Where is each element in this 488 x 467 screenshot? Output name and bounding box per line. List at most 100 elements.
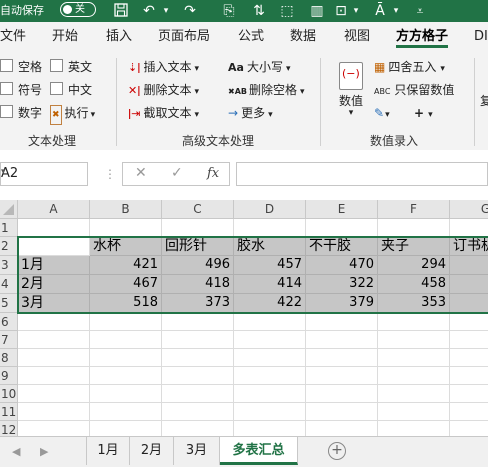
column-header[interactable]: G <box>450 200 488 219</box>
month-cell[interactable]: 2月 <box>18 275 90 294</box>
header-cell[interactable]: 水杯 <box>90 237 162 256</box>
edit-button[interactable]: ✎▾ <box>374 104 390 122</box>
add-button[interactable]: + ▾ <box>414 104 433 122</box>
grid-cell[interactable] <box>234 331 306 349</box>
grid-cell[interactable] <box>306 331 378 349</box>
grid-cell[interactable] <box>18 403 90 421</box>
grid-cell[interactable] <box>378 367 450 385</box>
grid-cell[interactable] <box>234 219 306 237</box>
sheet-tab[interactable]: 1月 <box>86 437 130 465</box>
value-cell[interactable]: 470 <box>306 256 378 275</box>
value-cell[interactable]: 518 <box>90 294 162 313</box>
grid-cell[interactable] <box>162 421 234 436</box>
grid-cell[interactable] <box>162 219 234 237</box>
value-cell[interactable]: 379 <box>306 294 378 313</box>
grid-cell[interactable] <box>234 421 306 436</box>
value-cell[interactable]: 457 <box>234 256 306 275</box>
grid-cell[interactable] <box>90 421 162 436</box>
cutoff-button-label[interactable]: 复 <box>480 92 488 110</box>
tab-view[interactable]: 视图 <box>344 22 370 52</box>
column-header[interactable]: D <box>234 200 306 219</box>
undo-icon[interactable]: ↶ <box>138 0 160 22</box>
checkbox-english[interactable]: 英文 <box>50 58 92 76</box>
row-header[interactable]: 7 <box>0 331 18 349</box>
grid-cell[interactable] <box>234 403 306 421</box>
value-cell[interactable]: 467 <box>90 275 162 294</box>
checkbox-number[interactable]: 数字 <box>0 104 42 122</box>
month-cell[interactable]: 1月 <box>18 256 90 275</box>
chart-icon[interactable]: ▥ <box>306 0 328 22</box>
value-cell[interactable]: 418 <box>162 275 234 294</box>
grid-cell[interactable] <box>450 421 488 436</box>
grid-cell[interactable] <box>450 349 488 367</box>
tab-home[interactable]: 开始 <box>52 22 78 52</box>
row-header[interactable]: 4 <box>0 275 18 294</box>
grid-cell[interactable] <box>234 313 306 331</box>
undo-dropdown-icon[interactable]: ▾ <box>160 0 172 22</box>
grid-cell[interactable] <box>90 349 162 367</box>
row-header[interactable]: 10 <box>0 385 18 403</box>
grid-cell[interactable] <box>306 349 378 367</box>
grid-cell[interactable] <box>18 331 90 349</box>
grid-cell[interactable] <box>234 349 306 367</box>
sort-icon[interactable]: ⇅ <box>248 0 270 22</box>
checkbox-chinese[interactable]: 中文 <box>50 81 92 99</box>
header-cell[interactable]: 不干胶 <box>306 237 378 256</box>
value-cell[interactable]: 414 <box>234 275 306 294</box>
tab-cut-off[interactable]: DI <box>474 22 488 52</box>
column-header[interactable]: B <box>90 200 162 219</box>
customize-toolbar-icon[interactable]: ⩡ <box>410 0 430 22</box>
grid-cell[interactable] <box>90 331 162 349</box>
grid-cell[interactable] <box>90 385 162 403</box>
grid-cell[interactable] <box>378 331 450 349</box>
grid-cell[interactable] <box>306 219 378 237</box>
grid-cell[interactable] <box>450 313 488 331</box>
grid-cell[interactable] <box>450 367 488 385</box>
grid-cell[interactable] <box>306 403 378 421</box>
grid-cell[interactable] <box>18 349 90 367</box>
grid-cell[interactable] <box>162 367 234 385</box>
grid-cell[interactable] <box>450 403 488 421</box>
name-box[interactable]: A2 ▾ <box>0 162 88 186</box>
autosave-toggle[interactable]: 关 <box>60 2 96 17</box>
grid-cell[interactable] <box>234 385 306 403</box>
tab-page-layout[interactable]: 页面布局 <box>158 22 210 52</box>
case-button[interactable]: Aa 大小写 ▾ <box>228 58 290 76</box>
grid-cell[interactable] <box>162 403 234 421</box>
filter-icon[interactable]: ⊡ <box>330 0 352 22</box>
active-cell[interactable] <box>18 237 90 256</box>
grid-cell[interactable] <box>90 313 162 331</box>
value-cell[interactable]: 421 <box>90 256 162 275</box>
row-header[interactable]: 9 <box>0 367 18 385</box>
formula-input[interactable] <box>236 162 488 186</box>
row-header[interactable]: 1 <box>0 219 18 237</box>
checkbox-space[interactable]: 空格 <box>0 58 42 76</box>
confirm-icon[interactable]: ✓ <box>171 165 183 181</box>
text-format-dropdown-icon[interactable]: ▾ <box>390 0 402 22</box>
extract-text-button[interactable]: ǀ⇥ 截取文本 ▾ <box>128 104 199 122</box>
delete-space-button[interactable]: ✖AB 删除空格 ▾ <box>228 81 305 99</box>
header-cell[interactable]: 夹子 <box>378 237 450 256</box>
prev-sheet-icon[interactable]: ◀ <box>12 437 20 467</box>
grid-cell[interactable] <box>90 219 162 237</box>
grid-cell[interactable] <box>306 313 378 331</box>
execute-button[interactable]: ✖ 执行 ▾ <box>50 104 95 125</box>
grid-cell[interactable] <box>18 313 90 331</box>
text-format-icon[interactable]: Ā <box>370 0 390 22</box>
grid-cell[interactable] <box>378 313 450 331</box>
value-cell[interactable]: 496 <box>162 256 234 275</box>
tab-insert[interactable]: 插入 <box>106 22 132 52</box>
add-sheet-icon[interactable]: + <box>328 442 346 460</box>
grid-cell[interactable] <box>306 421 378 436</box>
save-icon[interactable] <box>110 0 132 22</box>
sheet-tab[interactable]: 3月 <box>174 437 220 465</box>
chart-dropdown-icon[interactable]: ▾ <box>350 0 362 22</box>
value-cell[interactable]: 373 <box>162 294 234 313</box>
month-cell[interactable]: 3月 <box>18 294 90 313</box>
value-cell[interactable]: 294 <box>378 256 450 275</box>
paste-format-icon[interactable]: ⎘ <box>218 0 240 22</box>
sheet-tab-active[interactable]: 多表汇总 <box>220 437 298 465</box>
value-cell[interactable] <box>450 294 488 313</box>
row-header[interactable]: 6 <box>0 313 18 331</box>
column-header[interactable]: E <box>306 200 378 219</box>
